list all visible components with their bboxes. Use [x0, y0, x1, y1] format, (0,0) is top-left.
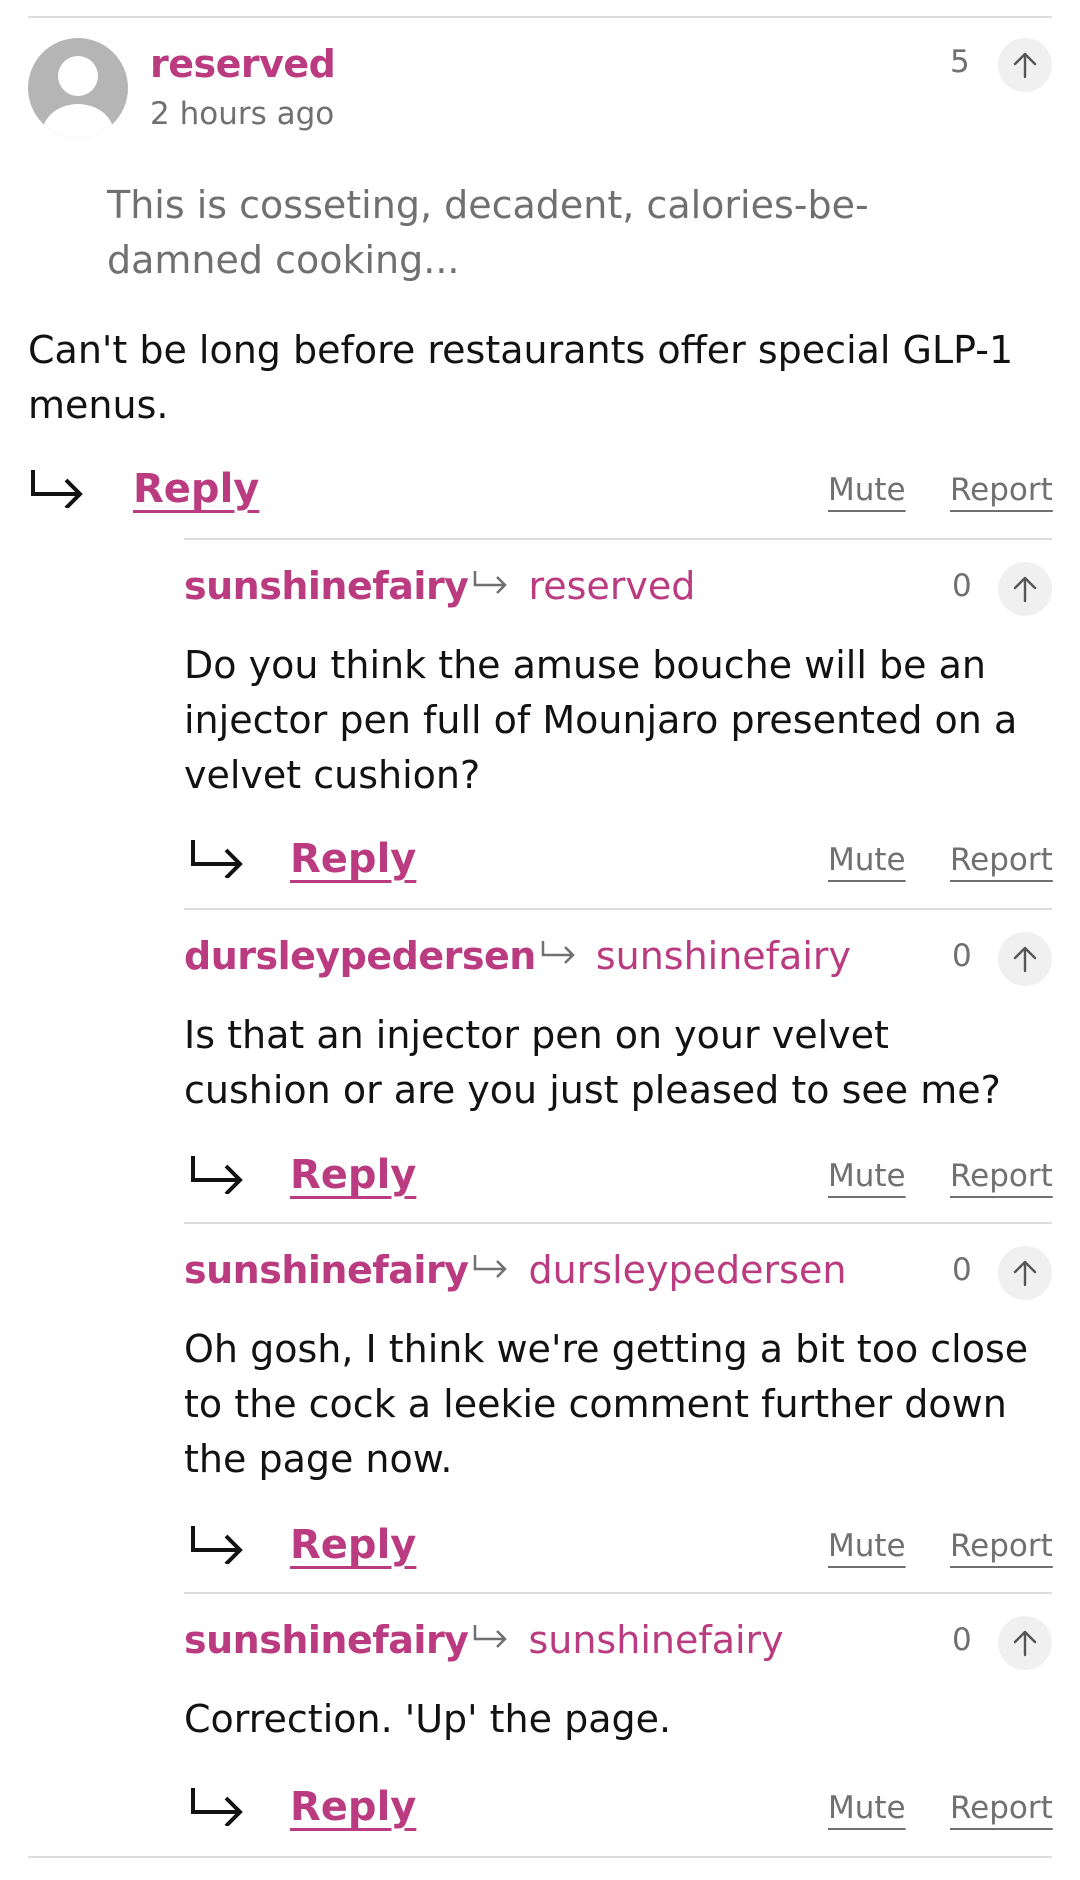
comment-body: Can't be long before restaurants offer s… — [28, 328, 1014, 427]
reply-author[interactable]: sunshinefairy — [184, 1248, 469, 1292]
reply-author[interactable]: sunshinefairy — [184, 564, 469, 608]
reply-button[interactable]: Reply — [290, 1522, 416, 1568]
divider — [28, 16, 1052, 18]
reply-body: Oh gosh, I think we're getting a bit too… — [184, 1327, 1029, 1481]
report-button[interactable]: Report — [950, 842, 1053, 878]
vote-count: 0 — [952, 1252, 972, 1288]
arrow-up-icon — [1013, 946, 1037, 973]
reply-header: dursleypedersen sunshinefairy — [184, 934, 851, 978]
arrow-up-icon — [1013, 1630, 1037, 1657]
arrow-up-icon — [1013, 576, 1037, 603]
vote-count: 5 — [950, 44, 970, 80]
reply-to-icon — [474, 571, 508, 594]
divider — [184, 1222, 1052, 1224]
comment-author[interactable]: reserved — [150, 42, 336, 86]
mute-button[interactable]: Mute — [828, 1790, 906, 1826]
comment-timestamp: 2 hours ago — [150, 96, 335, 132]
reply-author[interactable]: sunshinefairy — [184, 1618, 469, 1662]
quoted-text: This is cosseting, decadent, calories-be… — [107, 183, 869, 282]
reply-target[interactable]: dursleypedersen — [528, 1248, 846, 1292]
reply-header: sunshinefairy dursleypedersen — [184, 1248, 846, 1292]
default-avatar-icon[interactable] — [28, 38, 128, 138]
reply-arrow-icon — [191, 1156, 243, 1194]
reply-header: sunshinefairy reserved — [184, 564, 695, 608]
reply-body: Do you think the amuse bouche will be an… — [184, 643, 1018, 797]
reply-arrow-icon — [191, 1526, 243, 1564]
divider — [28, 1856, 1052, 1858]
upvote-button[interactable] — [998, 562, 1052, 616]
upvote-button[interactable] — [998, 38, 1052, 92]
mute-button[interactable]: Mute — [828, 472, 906, 508]
reply-target[interactable]: sunshinefairy — [528, 1618, 783, 1662]
reply-arrow-icon — [31, 470, 83, 508]
reply-button[interactable]: Reply — [133, 466, 259, 512]
reply-button[interactable]: Reply — [290, 1784, 416, 1830]
reply-arrow-icon — [191, 1788, 243, 1826]
reply-to-icon — [474, 1625, 508, 1648]
vote-count: 0 — [952, 1622, 972, 1658]
report-button[interactable]: Report — [950, 472, 1053, 508]
reply-body: Correction. 'Up' the page. — [184, 1697, 672, 1741]
divider — [184, 538, 1052, 540]
mute-button[interactable]: Mute — [828, 1528, 906, 1564]
reply-to-icon — [541, 941, 575, 964]
arrow-up-icon — [1013, 52, 1037, 79]
divider — [184, 908, 1052, 910]
reply-button[interactable]: Reply — [290, 1152, 416, 1198]
divider — [184, 1592, 1052, 1594]
report-button[interactable]: Report — [950, 1790, 1053, 1826]
vote-count: 0 — [952, 568, 972, 604]
mute-button[interactable]: Mute — [828, 1158, 906, 1194]
reply-button[interactable]: Reply — [290, 836, 416, 882]
report-button[interactable]: Report — [950, 1158, 1053, 1194]
comment-thread: reserved 2 hours ago 5 This is cosseting… — [0, 0, 1080, 1880]
reply-body: Is that an injector pen on your velvet c… — [184, 1013, 1001, 1112]
upvote-button[interactable] — [998, 1616, 1052, 1670]
upvote-button[interactable] — [998, 1246, 1052, 1300]
reply-target[interactable]: reserved — [528, 564, 695, 608]
arrow-up-icon — [1013, 1260, 1037, 1287]
reply-author[interactable]: dursleypedersen — [184, 934, 536, 978]
upvote-button[interactable] — [998, 932, 1052, 986]
reply-to-icon — [474, 1255, 508, 1278]
vote-count: 0 — [952, 938, 972, 974]
report-button[interactable]: Report — [950, 1528, 1053, 1564]
reply-arrow-icon — [191, 840, 243, 878]
mute-button[interactable]: Mute — [828, 842, 906, 878]
reply-target[interactable]: sunshinefairy — [596, 934, 851, 978]
reply-header: sunshinefairy sunshinefairy — [184, 1618, 784, 1662]
